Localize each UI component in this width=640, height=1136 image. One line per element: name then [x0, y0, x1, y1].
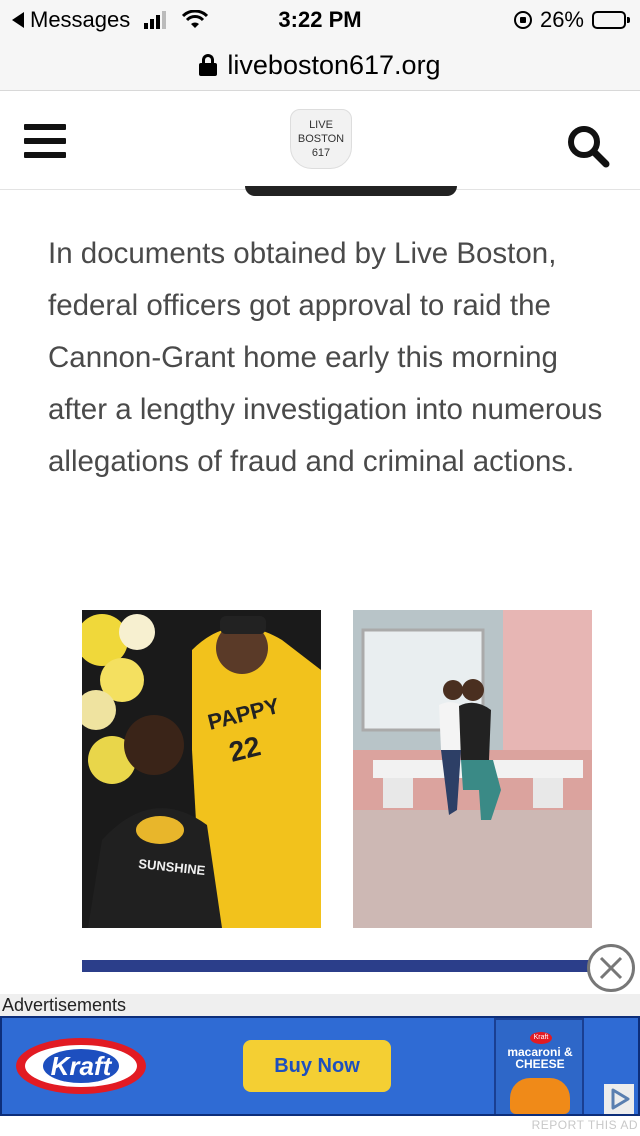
- lock-icon: [199, 54, 218, 76]
- mac-and-cheese-box: Kraft macaroni & CHEESE: [494, 1018, 584, 1114]
- logo-line: BOSTON: [297, 133, 345, 145]
- brand-name: Kraft: [42, 1049, 120, 1083]
- ad-label-row: Advertisements: [0, 994, 640, 1016]
- kraft-logo: Kraft: [16, 1038, 146, 1094]
- photo-couple-on-bench[interactable]: [353, 610, 592, 928]
- close-icon: [599, 956, 623, 980]
- next-photo-edge: [82, 960, 592, 972]
- kraft-ad-banner[interactable]: Kraft Buy Now Kraft macaroni & CHEESE: [0, 1016, 640, 1116]
- close-ad-button[interactable]: [587, 944, 635, 992]
- hamburger-menu-icon[interactable]: [24, 124, 66, 160]
- orientation-lock-icon: [513, 11, 532, 29]
- advertisements-label: Advertisements: [2, 995, 127, 1015]
- adchoices-icon[interactable]: [604, 1084, 634, 1114]
- battery-icon: [592, 11, 630, 29]
- box-brand: Kraft: [530, 1032, 552, 1044]
- photo-couple-yellow-jersey[interactable]: PAPPY 22 SUNSHINE: [82, 610, 321, 928]
- site-logo[interactable]: LIVE BOSTON 617: [290, 109, 352, 169]
- search-icon[interactable]: [566, 124, 610, 168]
- logo-line: 617: [311, 147, 331, 159]
- url-text[interactable]: liveboston617.org: [227, 50, 440, 81]
- ios-status-bar: Messages 3:22 PM 26%: [0, 0, 640, 40]
- buy-now-button[interactable]: Buy Now: [243, 1040, 391, 1092]
- address-bar[interactable]: liveboston617.org: [0, 40, 640, 91]
- article-paragraph: In documents obtained by Live Boston, fe…: [48, 237, 603, 478]
- partially-hidden-button[interactable]: [245, 186, 457, 196]
- site-header: LIVE BOSTON 617: [0, 91, 640, 190]
- report-ad-link[interactable]: REPORT THIS AD: [532, 1118, 638, 1132]
- battery-percent: 26%: [539, 7, 584, 32]
- product-line: CHEESE: [515, 1057, 565, 1071]
- logo-line: LIVE: [309, 119, 333, 131]
